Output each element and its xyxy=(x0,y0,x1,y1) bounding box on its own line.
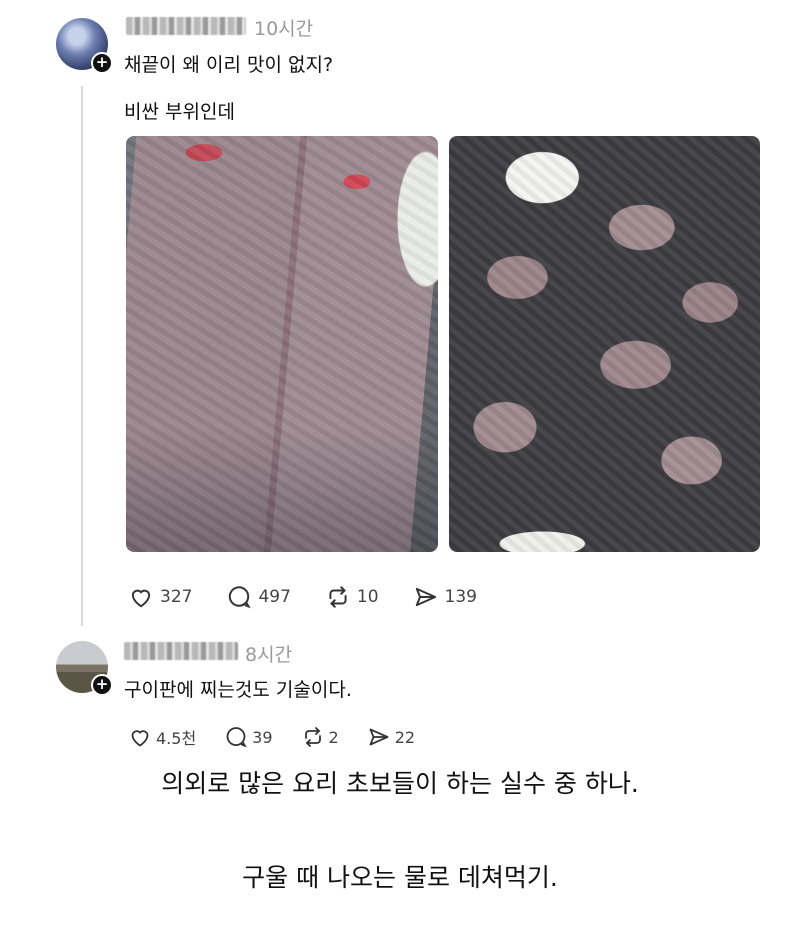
reply-like-button[interactable]: 4.5천 xyxy=(128,725,196,749)
share-count: 139 xyxy=(444,587,477,607)
comment-icon xyxy=(229,586,252,609)
reply-text: 구이판에 찌는것도 기술이다. xyxy=(124,679,352,701)
heart-icon xyxy=(131,589,151,608)
reply-action-bar: 4.5천 39 2 22 xyxy=(128,725,443,749)
post-action-bar: 327 497 10 139 xyxy=(128,584,511,610)
comment-icon xyxy=(226,727,247,748)
like-button[interactable]: 327 xyxy=(128,584,192,610)
reply-comment-button[interactable]: 39 xyxy=(224,725,273,749)
comment-button[interactable]: 497 xyxy=(226,584,291,610)
thread-connector xyxy=(81,86,83,626)
send-icon xyxy=(369,728,389,746)
repost-icon xyxy=(329,586,347,608)
username-blurred[interactable] xyxy=(126,17,246,35)
post-text-line1: 채끝이 왜 이리 맛이 없지? xyxy=(124,54,334,76)
caption-line2: 구울 때 나오는 물로 데쳐먹기. xyxy=(242,863,558,892)
post-image-beef-cubes[interactable] xyxy=(449,136,760,552)
reply-timestamp: 8시간 xyxy=(245,644,293,666)
reply-username-blurred[interactable] xyxy=(124,642,238,660)
reply-comment-count: 39 xyxy=(252,727,273,747)
reply-like-count: 4.5천 xyxy=(156,729,197,748)
heart-icon xyxy=(131,730,149,747)
comment-count: 497 xyxy=(258,587,291,607)
post-text-line2: 비싼 부위인데 xyxy=(124,101,235,123)
post-timestamp: 10시간 xyxy=(254,18,314,40)
reply-repost-count: 2 xyxy=(328,727,339,747)
reply-share-button[interactable]: 22 xyxy=(367,725,415,749)
reply-share-count: 22 xyxy=(394,727,416,747)
like-count: 327 xyxy=(160,587,193,607)
post-image-steak-slices[interactable] xyxy=(126,136,438,552)
caption-line1: 의외로 많은 요리 초보들이 하는 실수 중 하나. xyxy=(161,769,639,798)
reply-repost-button[interactable]: 2 xyxy=(301,725,339,749)
repost-button[interactable]: 10 xyxy=(325,584,379,610)
repost-icon xyxy=(304,727,321,747)
reply-follow-plus-icon[interactable]: + xyxy=(91,674,113,696)
share-button[interactable]: 139 xyxy=(413,584,477,610)
repost-count: 10 xyxy=(356,587,379,607)
follow-plus-icon[interactable]: + xyxy=(91,52,113,74)
send-icon xyxy=(415,587,436,607)
